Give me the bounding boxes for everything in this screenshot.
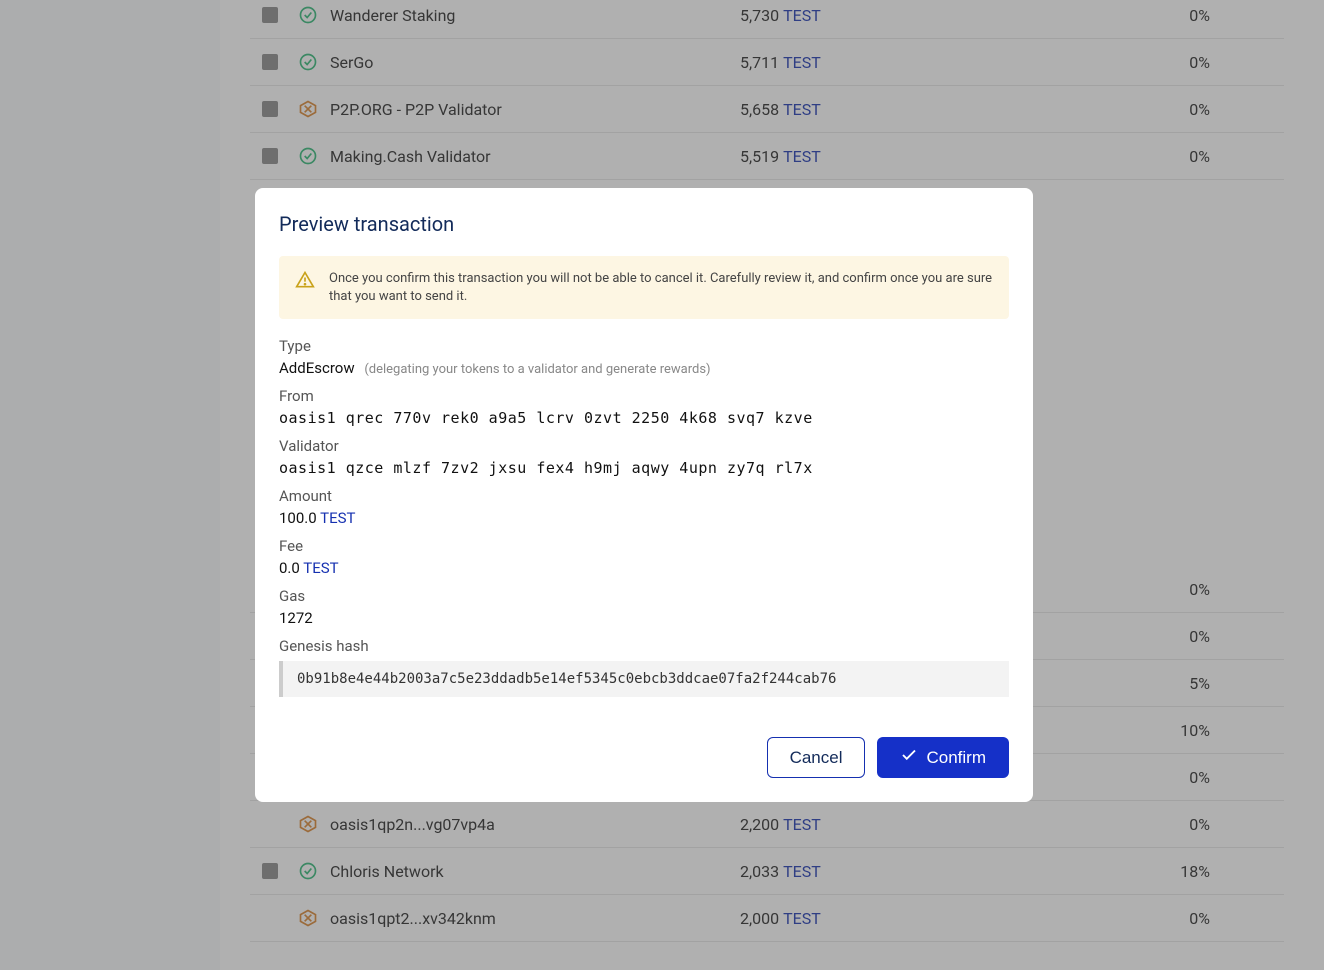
type-label: Type — [279, 337, 1009, 355]
type-field: Type AddEscrow (delegating your tokens t… — [279, 337, 1009, 377]
type-value: AddEscrow — [279, 359, 355, 377]
confirm-button[interactable]: Confirm — [877, 737, 1009, 778]
validator-label: Validator — [279, 437, 1009, 455]
validator-field: Validator oasis1 qzce mlzf 7zv2 jxsu fex… — [279, 437, 1009, 477]
type-description: (delegating your tokens to a validator a… — [364, 362, 710, 377]
amount-field: Amount 100.0 TEST — [279, 487, 1009, 527]
modal-actions: Cancel Confirm — [279, 737, 1009, 778]
amount-value: 100.0 — [279, 509, 317, 527]
from-field: From oasis1 qrec 770v rek0 a9a5 lcrv 0zv… — [279, 387, 1009, 427]
warning-banner: Once you confirm this transaction you wi… — [279, 256, 1009, 319]
amount-label: Amount — [279, 487, 1009, 505]
validator-value: oasis1 qzce mlzf 7zv2 jxsu fex4 h9mj aqw… — [279, 459, 1009, 477]
confirm-label: Confirm — [926, 748, 986, 768]
genesis-label: Genesis hash — [279, 637, 1009, 655]
warning-text: Once you confirm this transaction you wi… — [329, 270, 993, 305]
modal-title: Preview transaction — [279, 212, 1009, 236]
from-value: oasis1 qrec 770v rek0 a9a5 lcrv 0zvt 225… — [279, 409, 1009, 427]
cancel-label: Cancel — [790, 748, 843, 768]
fee-value: 0.0 — [279, 559, 300, 577]
gas-field: Gas 1272 — [279, 587, 1009, 627]
fee-unit: TEST — [303, 559, 338, 577]
gas-value: 1272 — [279, 609, 1009, 627]
gas-label: Gas — [279, 587, 1009, 605]
check-icon — [900, 746, 918, 769]
fee-field: Fee 0.0 TEST — [279, 537, 1009, 577]
genesis-field: Genesis hash 0b91b8e4e44b2003a7c5e23ddad… — [279, 637, 1009, 697]
from-label: From — [279, 387, 1009, 405]
warning-icon — [295, 270, 315, 294]
amount-unit: TEST — [320, 509, 355, 527]
fee-label: Fee — [279, 537, 1009, 555]
cancel-button[interactable]: Cancel — [767, 737, 866, 778]
genesis-value: 0b91b8e4e44b2003a7c5e23ddadb5e14ef5345c0… — [279, 661, 1009, 697]
preview-transaction-modal: Preview transaction Once you confirm thi… — [255, 188, 1033, 802]
